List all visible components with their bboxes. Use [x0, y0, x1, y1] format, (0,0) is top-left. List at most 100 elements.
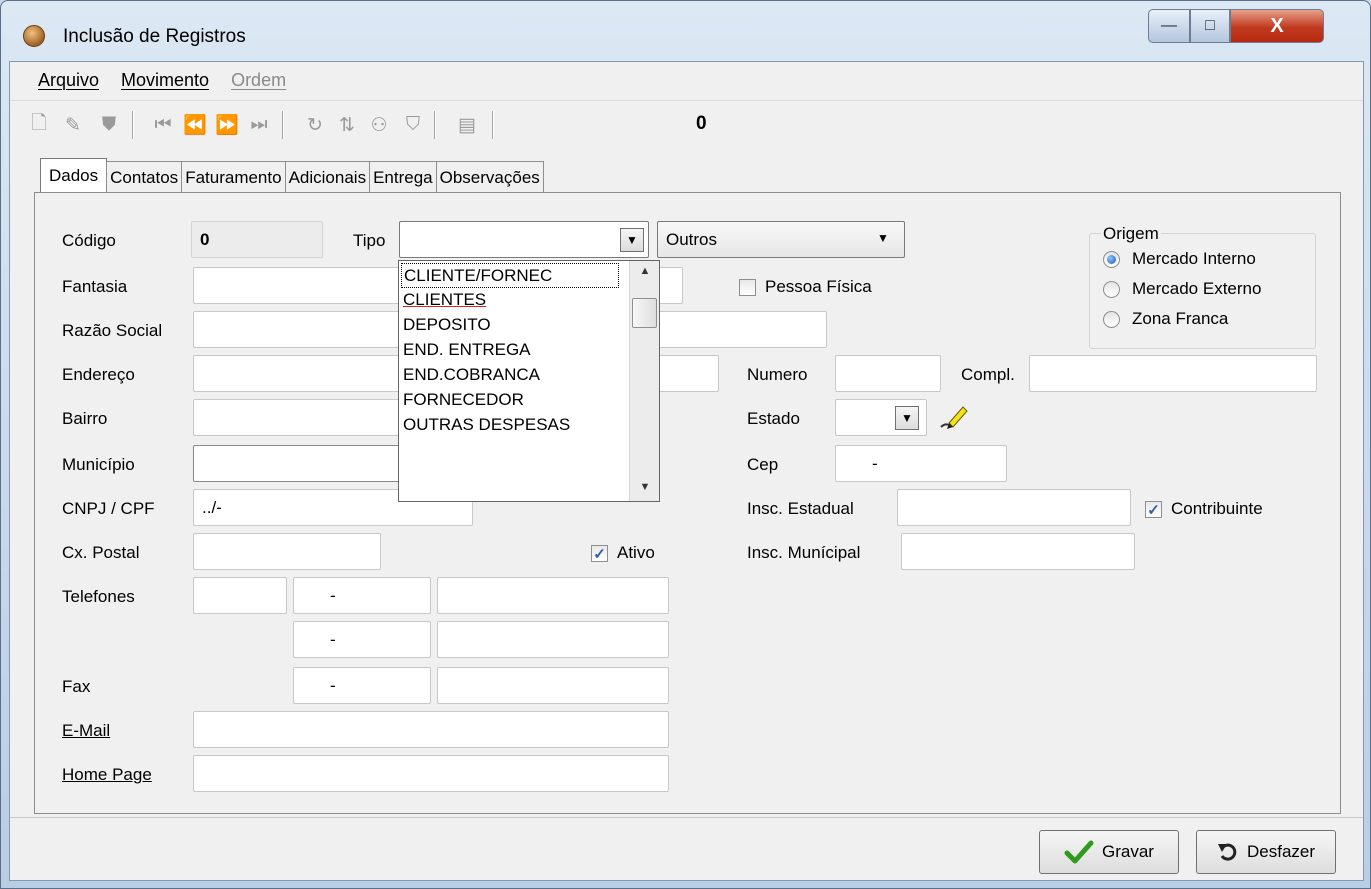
municipio-label: Município — [62, 455, 135, 474]
menu-movimento[interactable]: Movimento — [121, 70, 209, 91]
numero-input[interactable] — [835, 355, 941, 392]
contribuinte-checkbox[interactable]: ✓ — [1145, 501, 1162, 519]
pessoa-fisica-checkbox[interactable] — [739, 279, 756, 296]
first-record-icon[interactable]: ⏮ — [150, 112, 176, 138]
menu-bar: Arquivo Movimento Ordem — [10, 62, 1363, 98]
scrollbar-thumb[interactable] — [632, 298, 657, 328]
desfazer-button[interactable]: Desfazer — [1196, 830, 1336, 874]
print-icon[interactable]: ▤ — [454, 112, 480, 138]
telefone-ddd-input[interactable] — [193, 577, 287, 614]
checkmark-icon — [1064, 840, 1094, 864]
email-label[interactable]: E-Mail — [62, 721, 110, 741]
telefone2-extra-input[interactable] — [437, 621, 669, 658]
mercado-interno-label: Mercado Interno — [1132, 249, 1256, 268]
dropdown-scrollbar[interactable]: ▲ ▼ — [629, 261, 659, 501]
toolbar-separator — [132, 111, 134, 139]
app-icon — [23, 25, 45, 47]
tab-faturamento[interactable]: Faturamento — [181, 161, 286, 193]
insc-estadual-input[interactable] — [897, 489, 1131, 526]
cx-postal-label: Cx. Postal — [62, 543, 140, 562]
telefone2-input[interactable]: - — [293, 621, 431, 658]
bairro-label: Bairro — [62, 409, 108, 428]
chevron-down-icon[interactable]: ▼ — [877, 231, 889, 245]
title-bar: Inclusão de Registros — □ X — [1, 1, 1370, 61]
cep-input[interactable]: - — [835, 445, 1007, 482]
ativo-checkbox[interactable]: ✓ — [591, 545, 608, 563]
dados-panel: Código 0 Tipo ▼ Outros ▼ Origem Mercado … — [34, 192, 1341, 814]
codigo-field: 0 — [191, 221, 323, 258]
sort-icon[interactable]: ⇅ — [334, 112, 360, 138]
dropdown-item[interactable]: FORNECEDOR — [401, 388, 524, 413]
tipo-secondary-combo[interactable]: Outros — [657, 221, 905, 258]
dropdown-item[interactable]: CLIENTES — [401, 288, 486, 313]
edit-icon[interactable]: ✎ — [60, 112, 86, 138]
radio-mercado-externo[interactable] — [1103, 281, 1120, 298]
tab-bar: Dados Contatos Faturamento Adicionais En… — [40, 158, 544, 193]
tipo-label: Tipo — [353, 231, 386, 250]
refresh-icon[interactable]: ↻ — [302, 112, 328, 138]
minimize-icon: — — [1161, 17, 1177, 34]
fax-extra-input[interactable] — [437, 667, 669, 704]
tab-contatos[interactable]: Contatos — [106, 161, 183, 193]
maximize-icon: □ — [1205, 17, 1215, 34]
telefone1-extra-input[interactable] — [437, 577, 669, 614]
tab-adicionais[interactable]: Adicionais — [284, 161, 371, 193]
origem-legend: Origem — [1101, 224, 1161, 244]
footer-bar: Gravar Desfazer — [10, 817, 1363, 881]
close-button[interactable]: X — [1230, 9, 1324, 43]
next-record-icon[interactable]: ⏩ — [214, 112, 240, 138]
pessoa-fisica-label: Pessoa Física — [765, 277, 872, 296]
cnpj-cpf-label: CNPJ / CPF — [62, 499, 155, 518]
tab-observacoes[interactable]: Observações — [435, 161, 544, 193]
codigo-label: Código — [62, 231, 116, 250]
minimize-button[interactable]: — — [1148, 9, 1190, 43]
dropdown-item[interactable]: END. ENTREGA — [401, 338, 531, 363]
numero-label: Numero — [747, 365, 808, 384]
homepage-input[interactable] — [193, 755, 669, 792]
razao-social-label: Razão Social — [62, 321, 163, 340]
fantasia-label: Fantasia — [62, 277, 128, 296]
dropdown-item[interactable]: DEPOSITO — [401, 313, 491, 338]
contribuinte-label: Contribuinte — [1171, 499, 1263, 518]
chevron-down-icon[interactable]: ▼ — [895, 406, 919, 430]
tipo-dropdown-list[interactable]: CLIENTE/FORNEC CLIENTES DEPOSITO END. EN… — [398, 260, 660, 502]
radio-mercado-interno[interactable] — [1103, 251, 1120, 268]
dropdown-item[interactable]: OUTRAS DESPESAS — [401, 413, 570, 438]
insc-municipal-input[interactable] — [901, 533, 1135, 570]
scroll-up-icon[interactable]: ▲ — [630, 265, 660, 277]
homepage-label[interactable]: Home Page — [62, 765, 152, 785]
delete-icon[interactable]: ⛊ — [96, 112, 122, 138]
filter-icon[interactable]: ⛉ — [400, 112, 426, 138]
pencil-icon[interactable] — [937, 401, 969, 431]
tab-entrega[interactable]: Entrega — [369, 161, 437, 193]
chevron-down-icon[interactable]: ▼ — [620, 228, 644, 252]
scroll-down-icon[interactable]: ▼ — [630, 481, 660, 493]
telefone1-input[interactable]: - — [293, 577, 431, 614]
compl-label: Compl. — [961, 365, 1015, 384]
main-window: Inclusão de Registros — □ X Arquivo Movi… — [0, 0, 1371, 889]
menu-ordem[interactable]: Ordem — [231, 70, 286, 91]
tipo-combo[interactable] — [399, 221, 649, 258]
last-record-icon[interactable]: ⏭ — [246, 112, 272, 138]
radio-zona-franca[interactable] — [1103, 311, 1120, 328]
insc-estadual-label: Insc. Estadual — [747, 499, 854, 518]
previous-record-icon[interactable]: ⏪ — [182, 112, 208, 138]
menu-arquivo[interactable]: Arquivo — [38, 70, 99, 91]
toolbar-separator — [492, 111, 494, 139]
endereco-label: Endereço — [62, 365, 135, 384]
compl-input[interactable] — [1029, 355, 1317, 392]
window-title: Inclusão de Registros — [63, 26, 246, 47]
ativo-label: Ativo — [617, 543, 655, 562]
maximize-button[interactable]: □ — [1190, 9, 1230, 43]
dropdown-item[interactable]: END.COBRANCA — [401, 363, 540, 388]
record-counter: 0 — [696, 113, 707, 134]
dropdown-item[interactable]: CLIENTE/FORNEC — [401, 263, 619, 288]
binoculars-icon[interactable]: ⚇ — [366, 112, 392, 138]
new-document-icon[interactable]: 🗋 — [26, 112, 52, 138]
gravar-button[interactable]: Gravar — [1039, 830, 1179, 874]
tab-dados[interactable]: Dados — [40, 158, 108, 193]
email-input[interactable] — [193, 711, 669, 748]
fax-input[interactable]: - — [293, 667, 431, 704]
undo-icon — [1217, 843, 1237, 861]
cx-postal-input[interactable] — [193, 533, 381, 570]
